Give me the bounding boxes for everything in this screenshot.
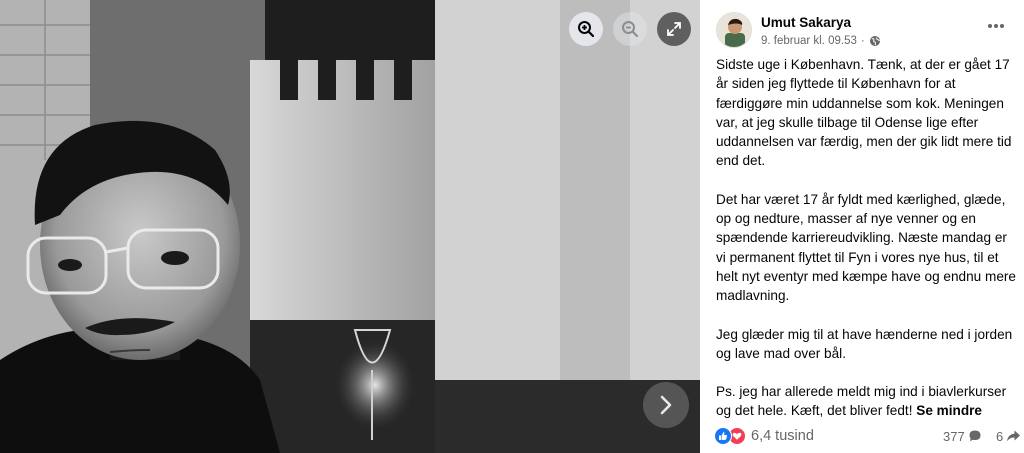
comments-count: 377: [943, 428, 965, 444]
comment-icon: [968, 429, 982, 443]
post-paragraph: Jeg glæder mig til at have hænderne ned …: [716, 326, 1013, 361]
expand-icon: [667, 22, 681, 36]
share-icon: [1006, 429, 1021, 443]
more-horizontal-icon: [988, 24, 1004, 28]
fullscreen-button[interactable]: [657, 12, 691, 46]
zoom-in-icon: [578, 21, 595, 38]
zoom-out-button[interactable]: [613, 12, 647, 46]
post-paragraph-last: Ps. jeg har allerede meldt mig ind i bia…: [716, 382, 1018, 421]
zoom-in-button[interactable]: [569, 12, 603, 46]
photo-viewer: [0, 0, 700, 453]
post-photo: [0, 0, 700, 453]
post-meta: 9. februar kl. 09.53 ·: [761, 33, 881, 49]
see-less-link[interactable]: Se mindre: [916, 403, 982, 418]
shares-count: 6: [996, 428, 1004, 444]
engagement-stats: 6,4 tusind 377 6: [714, 424, 1021, 448]
avatar[interactable]: [716, 12, 752, 48]
post-header: Umut Sakarya 9. februar kl. 09.53 ·: [716, 12, 881, 52]
reactions-summary[interactable]: 6,4 tusind: [714, 427, 814, 445]
chevron-right-icon: [660, 395, 672, 415]
globe-icon: [869, 36, 880, 46]
more-options-button[interactable]: [982, 12, 1010, 40]
like-reaction-icon: [714, 427, 732, 445]
author-meta: Umut Sakarya 9. februar kl. 09.53 ·: [761, 14, 881, 52]
zoom-out-icon: [622, 21, 639, 38]
next-photo-button[interactable]: [643, 382, 689, 428]
comments-count-button[interactable]: 377: [943, 429, 982, 444]
post-panel: Umut Sakarya 9. februar kl. 09.53 · Sids…: [700, 0, 1024, 453]
post-paragraph: Sidste uge i København. Tænk, at der er …: [716, 57, 1012, 169]
author-name[interactable]: Umut Sakarya: [761, 14, 881, 31]
reaction-count: 6,4 tusind: [751, 428, 814, 444]
shares-count-button[interactable]: 6: [996, 429, 1021, 444]
post-paragraph: Det har været 17 år fyldt med kærlighed,…: [716, 191, 1016, 304]
post-timestamp[interactable]: 9. februar kl. 09.53: [761, 33, 857, 49]
post-text: Sidste uge i København. Tænk, at der er …: [716, 55, 1018, 440]
meta-separator: ·: [860, 35, 865, 47]
